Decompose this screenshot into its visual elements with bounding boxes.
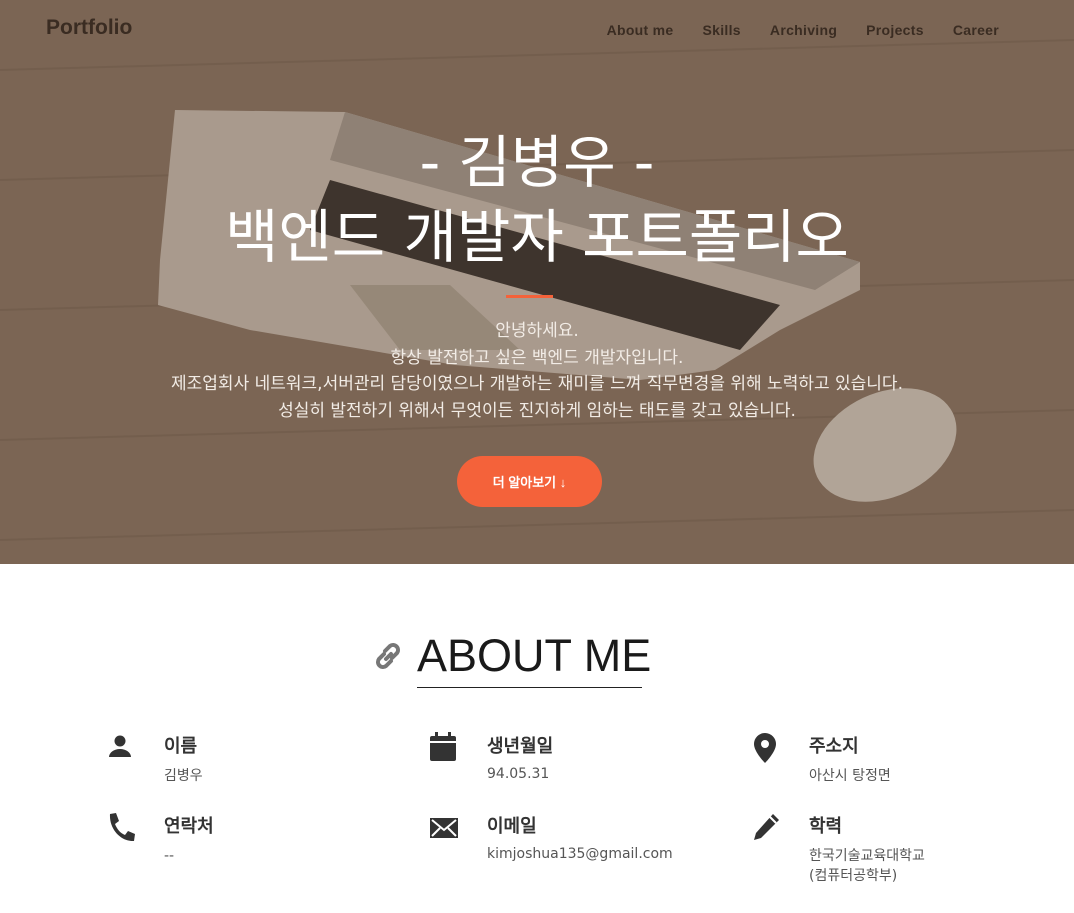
hero-title-subtitle: 백엔드 개발자 포트폴리오: [225, 203, 849, 271]
nav-links: About me Skills Archiving Projects Caree…: [607, 22, 999, 38]
info-label: 이름: [164, 736, 198, 757]
hero-title-name: - 김병우 -: [419, 130, 655, 196]
education-school: 한국기술교육대학교: [809, 848, 925, 864]
education-department: (컴퓨터공학부): [809, 868, 898, 884]
person-icon: [109, 735, 131, 757]
learn-more-button[interactable]: 더 알아보기 ↓: [457, 456, 602, 507]
top-navbar: Portfolio About me Skills Archiving Proj…: [0, 0, 1074, 60]
intro-line: 제조업회사 네트워크,서버관리 담당이였으나 개발하는 재미를 느껴 직무변경을…: [171, 374, 903, 394]
about-me-section: ABOUT ME 이름 김병우 생년월일 94.05.31 주소지 아산시 탕정…: [0, 564, 1074, 913]
intro-line: 안녕하세요.: [495, 321, 579, 341]
envelope-icon: [430, 818, 458, 838]
info-value: --: [164, 848, 175, 864]
intro-line: 항상 발전하고 싶은 백엔드 개발자입니다.: [390, 347, 684, 368]
link-icon: [376, 643, 400, 669]
nav-link-career[interactable]: Career: [953, 22, 999, 38]
info-label: 학력: [809, 816, 843, 837]
info-value: kimjoshua135@gmail.com: [487, 846, 673, 862]
nav-link-archiving[interactable]: Archiving: [770, 22, 837, 38]
intro-line: 성실히 발전하기 위해서 무엇이든 진지하게 임하는 태도를 갖고 있습니다.: [278, 400, 796, 421]
hero-divider: [506, 295, 553, 298]
info-value: 김병우: [164, 768, 203, 784]
info-value: 94.05.31: [487, 766, 550, 782]
location-pin-icon: [754, 733, 776, 763]
calendar-icon: [430, 732, 456, 761]
nav-link-projects[interactable]: Projects: [866, 22, 924, 38]
info-label: 연락처: [164, 816, 214, 837]
about-title: ABOUT ME: [417, 630, 652, 681]
info-label: 이메일: [487, 816, 537, 837]
hero-section: Portfolio About me Skills Archiving Proj…: [0, 0, 1074, 564]
hero-intro-text: 안녕하세요. 항상 발전하고 싶은 백엔드 개발자입니다. 제조업회사 네트워크…: [0, 318, 1074, 424]
about-title-underline: [417, 687, 642, 688]
phone-icon: [109, 813, 135, 842]
info-label: 생년월일: [487, 736, 554, 757]
pencil-icon: [754, 814, 779, 840]
nav-link-about-me[interactable]: About me: [607, 22, 674, 38]
info-value: 아산시 탕정면: [809, 768, 891, 784]
nav-link-skills[interactable]: Skills: [703, 22, 741, 38]
info-label: 주소지: [809, 736, 859, 757]
info-value: 한국기술교육대학교 (컴퓨터공학부): [809, 846, 925, 886]
brand-logo[interactable]: Portfolio: [46, 16, 132, 40]
